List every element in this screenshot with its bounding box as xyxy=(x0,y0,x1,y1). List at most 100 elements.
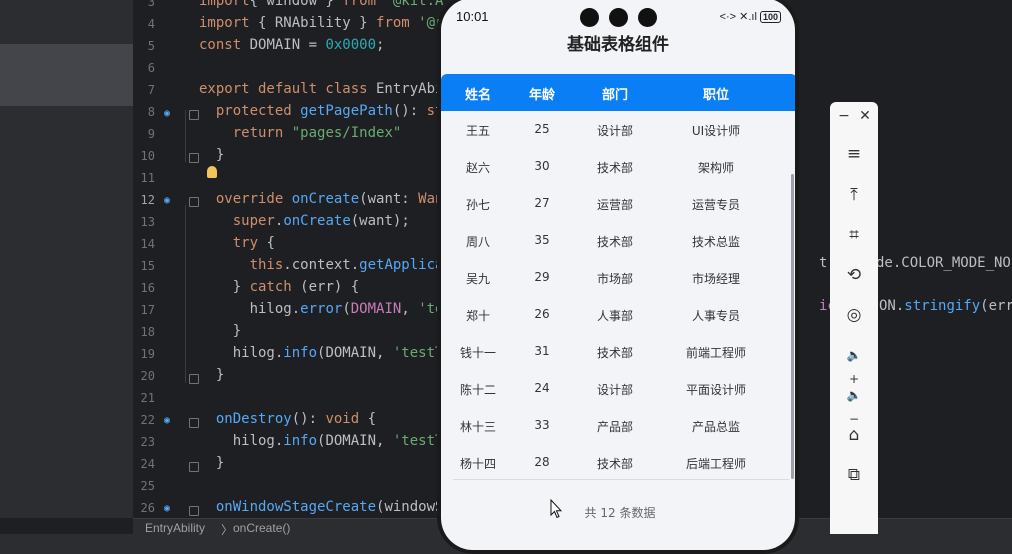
line-number: 6 xyxy=(147,61,155,75)
code-fragment: ON.stringify(err xyxy=(879,298,1012,314)
signal-icon: <·> ✕.ıl xyxy=(719,11,757,23)
override-gutter-icon[interactable]: ◉ xyxy=(164,503,170,514)
minimize-button[interactable]: − xyxy=(836,108,852,124)
divider xyxy=(453,479,789,480)
table-body[interactable]: 王五 25 设计部 UI设计师 赵六 30 技术部 架构师 孙七 27 运营部 运营专员 周八 35 技术部… xyxy=(441,111,795,481)
table-cell: 产品部 xyxy=(596,420,634,434)
code-line: override onCreate(want: Want xyxy=(215,191,452,207)
line-number: 15 xyxy=(140,259,155,273)
override-gutter-icon[interactable]: ◉ xyxy=(164,415,170,426)
table-header: 姓名 年龄 部门 职位 xyxy=(441,74,795,111)
indent-guide xyxy=(185,205,186,383)
table-row[interactable]: 林十三 33 产品部 产品总监 xyxy=(441,407,795,444)
table-cell: 技术部 xyxy=(596,235,634,249)
code-line: } catch (err) { xyxy=(199,279,360,295)
rotate-icon[interactable]: ⟲ xyxy=(842,263,866,287)
table-cell: 林十三 xyxy=(459,420,497,434)
header-name: 姓名 xyxy=(464,88,492,103)
fold-marker-icon[interactable] xyxy=(189,462,199,472)
table-cell: 28 xyxy=(534,455,550,469)
table-cell: 人事专员 xyxy=(691,309,741,323)
line-number: 19 xyxy=(140,347,155,361)
switch-device-icon[interactable]: ⧉ xyxy=(842,463,866,487)
header-age: 年龄 xyxy=(528,88,556,103)
table-cell: 赵六 xyxy=(465,161,491,175)
line-number: 5 xyxy=(147,39,155,53)
line-number: 25 xyxy=(140,479,155,493)
device-screen[interactable]: 10:01 <·> ✕.ıl 100 基础表格组件 姓名 年龄 部门 职位 王五… xyxy=(441,0,795,550)
shake-icon[interactable]: ⌂ xyxy=(842,423,866,447)
fold-marker-icon[interactable] xyxy=(189,506,199,516)
line-number: 26 xyxy=(140,501,155,515)
table-cell: 设计部 xyxy=(596,383,634,397)
table-cell: 后端工程师 xyxy=(685,457,747,471)
table-row[interactable]: 赵六 30 技术部 架构师 xyxy=(441,148,795,185)
fold-marker-icon[interactable] xyxy=(189,374,199,384)
pin-top-icon[interactable]: ⤒ xyxy=(842,183,866,207)
table-cell: 王五 xyxy=(465,124,491,138)
line-number: 12 xyxy=(140,193,155,207)
line-number: 22 xyxy=(140,413,155,427)
status-time: 10:01 xyxy=(456,9,489,24)
table-cell: 杨十四 xyxy=(459,457,497,471)
table-row[interactable]: 郑十 26 人事部 人事专员 xyxy=(441,296,795,333)
table-cell: 30 xyxy=(534,159,550,173)
line-number: 20 xyxy=(140,369,155,383)
table-cell: 25 xyxy=(534,122,550,136)
header-dept: 部门 xyxy=(601,88,629,103)
fold-marker-icon[interactable] xyxy=(189,110,199,120)
device-frame: 10:01 <·> ✕.ıl 100 基础表格组件 姓名 年龄 部门 职位 王五… xyxy=(437,0,799,554)
scrollbar[interactable] xyxy=(791,174,794,479)
code-line: hilog.info(DOMAIN, 'testTa xyxy=(199,433,452,449)
fold-marker-icon[interactable] xyxy=(189,197,199,207)
table-cell: 市场经理 xyxy=(691,272,741,286)
table-row[interactable]: 王五 25 设计部 UI设计师 xyxy=(441,111,795,148)
table-cell: 运营专员 xyxy=(691,198,741,212)
screenshot-icon[interactable]: ◎ xyxy=(842,303,866,327)
lightbulb-icon[interactable] xyxy=(207,166,217,178)
fold-marker-icon[interactable] xyxy=(189,418,199,428)
volume-down-icon[interactable]: 🔈− xyxy=(842,383,866,426)
indent-guide xyxy=(185,110,186,162)
line-number: 21 xyxy=(140,391,155,405)
override-gutter-icon[interactable]: ◉ xyxy=(164,108,170,119)
table-cell: 技术部 xyxy=(596,161,634,175)
table-cell: 24 xyxy=(534,381,550,395)
table-row[interactable]: 孙七 27 运营部 运营专员 xyxy=(441,185,795,222)
code-line: onWindowStageCreate(windowS xyxy=(215,499,444,515)
table-row[interactable]: 周八 35 技术部 技术总监 xyxy=(441,222,795,259)
breadcrumb-class[interactable]: EntryAbility xyxy=(145,521,205,535)
code-line: } xyxy=(199,367,225,383)
close-button[interactable]: ✕ xyxy=(857,108,873,124)
override-gutter-icon[interactable]: ◉ xyxy=(164,195,170,206)
camera-icon xyxy=(609,8,628,27)
table-cell: 技术部 xyxy=(596,457,634,471)
emulator-toolbar: − ✕ ≡ ⤒ ⌗ ⟲ ◎ 🔈+ 🔈− ⌂ ⧉ xyxy=(830,102,878,534)
battery-icon: 100 xyxy=(759,11,781,23)
fold-marker-icon[interactable] xyxy=(189,153,199,163)
line-number: 3 xyxy=(147,0,155,9)
line-number: 10 xyxy=(140,149,155,163)
table-row[interactable]: 吴九 29 市场部 市场经理 xyxy=(441,259,795,296)
table-cell: 设计部 xyxy=(596,124,634,138)
code-line: } xyxy=(199,323,242,339)
volume-up-icon[interactable]: 🔈+ xyxy=(842,343,866,386)
crop-icon[interactable]: ⌗ xyxy=(842,223,866,247)
code-line: super.onCreate(want); xyxy=(232,213,410,229)
breadcrumb-method[interactable]: onCreate() xyxy=(233,521,290,535)
table-cell: 31 xyxy=(534,344,550,358)
table-cell: 33 xyxy=(534,418,550,432)
code-line: const DOMAIN = 0x0000; xyxy=(199,37,385,53)
table-cell: 市场部 xyxy=(596,272,634,286)
table-cell: 29 xyxy=(534,270,550,284)
table-row[interactable]: 钱十一 31 技术部 前端工程师 xyxy=(441,333,795,370)
code-line: hilog.error(DOMAIN, 'tes xyxy=(199,301,452,317)
menu-icon[interactable]: ≡ xyxy=(842,142,866,166)
table-row[interactable]: 陈十二 24 设计部 平面设计师 xyxy=(441,370,795,407)
code-line: onDestroy(): void { xyxy=(215,411,377,427)
table-row[interactable]: 杨十四 28 技术部 后端工程师 xyxy=(441,444,795,481)
line-number: 14 xyxy=(140,237,155,251)
line-number: 13 xyxy=(140,215,155,229)
status-icons: <·> ✕.ıl 100 xyxy=(720,10,781,23)
table-cell: 孙七 xyxy=(465,198,491,212)
